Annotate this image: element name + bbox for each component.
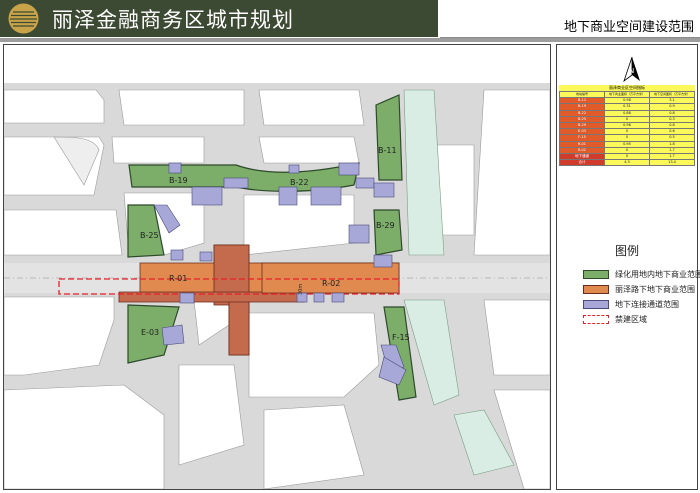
header-divider xyxy=(0,38,700,42)
info-panel: N 丽泽商业区空间指标 地块编号 地下商业面积（万平方米） 地下空间面积（万平方… xyxy=(556,44,700,490)
table-row: R-01 0.95 1.8 xyxy=(559,140,695,148)
road-width-label: 30m xyxy=(298,284,304,295)
table-row: 地下通道 0 1.7 xyxy=(559,152,695,161)
north-label: N xyxy=(629,67,634,75)
table-row: R-02 0 1.7 xyxy=(559,146,695,154)
legend-label: 丽泽路下地下商业范围 xyxy=(615,285,695,294)
table-header-cell: 地下空间面积（万平方米） xyxy=(649,90,695,99)
table-header-row: 地块编号 地下商业面积（万平方米） 地下空间面积（万平方米） xyxy=(559,90,695,99)
label-b-29: B-29 xyxy=(376,221,395,230)
table-row: B-25 0 0.3 xyxy=(559,115,695,123)
summary-table: 丽泽商业区空间指标 地块编号 地下商业面积（万平方米） 地下空间面积（万平方米）… xyxy=(559,85,695,167)
legend-label: 地下连接通道范围 xyxy=(615,300,679,309)
table-row: E-03 0 0.6 xyxy=(559,128,695,136)
table-row: B-19 0.31 0.9 xyxy=(559,103,695,111)
label-f-15: F-15 xyxy=(392,333,410,342)
legend-swatch-passage xyxy=(583,300,609,309)
summary-table-grid: 地块编号 地下商业面积（万平方米） 地下空间面积（万平方米） B-11 0.98 3… xyxy=(559,90,695,167)
table-cell-code: 合计 xyxy=(559,159,605,167)
north-arrow-icon: N xyxy=(623,56,640,82)
subtitle-box: 地下商业空间建设范围 xyxy=(440,0,700,38)
label-e-03: E-03 xyxy=(141,328,159,337)
label-b-22: B-22 xyxy=(290,178,309,187)
legend-swatch-road xyxy=(583,285,609,294)
label-r-01: R-01 xyxy=(169,274,187,283)
table-header-cell: 地下商业面积（万平方米） xyxy=(604,90,650,99)
table-row: F-15 0 0.5 xyxy=(559,134,695,142)
table-row: B-29 0.96 0.8 xyxy=(559,121,695,130)
legend-swatch-green xyxy=(583,270,609,279)
label-b-11: B-11 xyxy=(378,146,397,155)
legend-title: 图例 xyxy=(614,244,639,258)
logo-emblem xyxy=(8,3,39,34)
label-r-02: R-02 xyxy=(322,279,340,288)
page-subtitle: 地下商业空间建设范围 xyxy=(563,20,694,35)
title-bar: 丽泽金融商务区城市规划 xyxy=(0,0,438,37)
table-row: B-22 0.88 0.8 xyxy=(559,109,695,117)
legend-label: 绿化用地内地下商业范围 xyxy=(615,270,700,279)
parcel-b-29[interactable] xyxy=(373,209,403,256)
table-row: 合计 4.3 13.4 xyxy=(559,159,695,167)
parcel-b-11[interactable] xyxy=(375,94,403,181)
legend-label: 禁建区域 xyxy=(615,315,647,324)
map-svg: B-11 B-19 B-22 B-25 B-29 R-01 R-02 E-03 … xyxy=(4,45,550,489)
page-frame: 丽泽金融商务区城市规划 地下商业空间建设范围 B-11 B-19 B-22 B-… xyxy=(0,0,700,493)
legend-swatch-no-build xyxy=(583,315,609,324)
table-cell-value: 4.3 xyxy=(604,159,650,167)
label-b-19: B-19 xyxy=(169,176,188,185)
map-area[interactable]: B-11 B-19 B-22 B-25 B-29 R-01 R-02 E-03 … xyxy=(3,44,551,490)
table-row: B-11 0.98 3.1 xyxy=(559,97,695,105)
page-title: 丽泽金融商务区城市规划 xyxy=(52,8,294,32)
label-b-25: B-25 xyxy=(140,231,159,240)
table-cell-value: 13.4 xyxy=(649,159,695,167)
